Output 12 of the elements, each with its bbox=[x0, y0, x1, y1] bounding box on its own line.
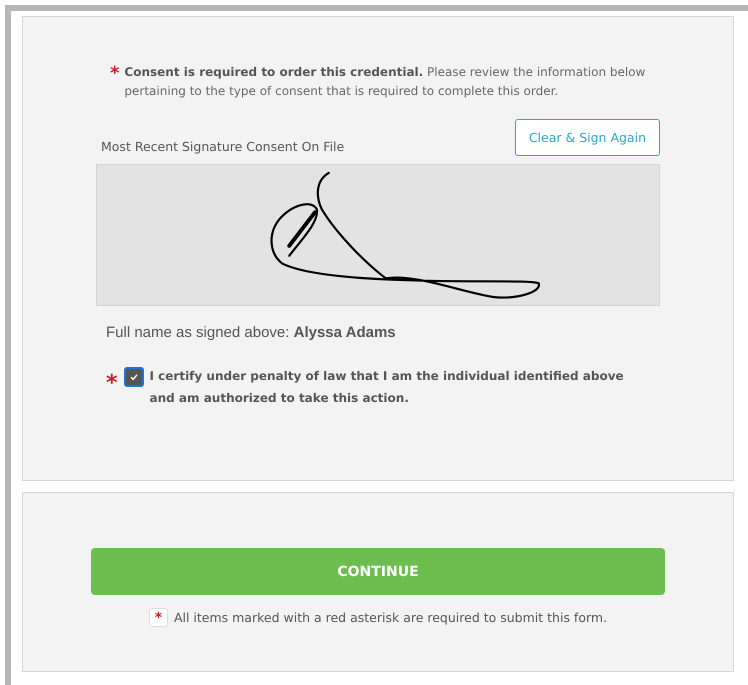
required-asterisk: * bbox=[106, 370, 118, 398]
certify-checkbox[interactable] bbox=[124, 367, 144, 387]
continue-button[interactable]: CONTINUE bbox=[91, 548, 665, 595]
signature-label: Most Recent Signature Consent On File bbox=[101, 139, 344, 156]
consent-notice: Consent is required to order this credential. Please review the information below pertaining to the type of consent that is required to complete this order. bbox=[124, 64, 646, 100]
check-icon bbox=[128, 372, 139, 382]
required-asterisk: * bbox=[110, 63, 120, 85]
asterisk-badge: * bbox=[148, 608, 168, 627]
required-note: All items marked with a red asterisk are required to submit this form. bbox=[174, 610, 608, 625]
certification-text: I certify under penalty of law that I am the individual identified above and am authorized to take this action. bbox=[150, 368, 625, 407]
full-name-text: Full name as signed above: Alyssa Adams bbox=[106, 324, 397, 341]
clear-sign-again-button[interactable]: Clear & Sign Again bbox=[514, 119, 660, 156]
